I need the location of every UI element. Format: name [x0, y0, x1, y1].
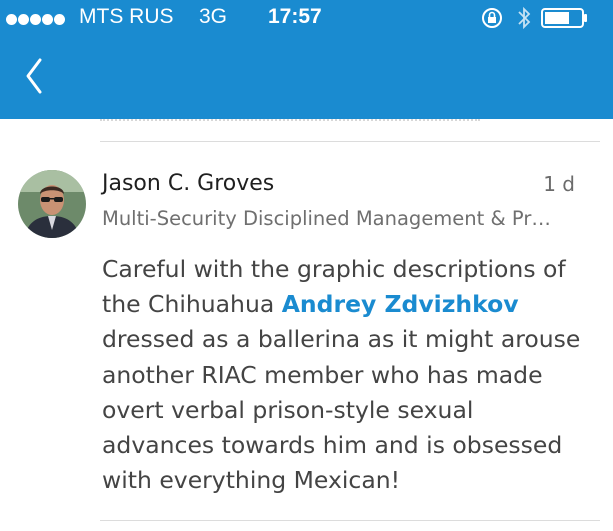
author-headline: Multi-Security Disciplined Management & … — [102, 207, 551, 230]
comment-text-fragment: the Chihuahua — [102, 290, 275, 319]
avatar-photo — [18, 170, 86, 238]
author-name[interactable]: Jason C. Groves — [102, 171, 274, 196]
comment-text: Careful with the graphic descriptions of… — [102, 252, 597, 498]
divider — [100, 520, 600, 521]
status-time: 17:57 — [268, 5, 322, 28]
comment-timestamp: 1 d — [543, 172, 575, 196]
bluetooth-icon — [518, 6, 531, 30]
battery-icon — [541, 8, 587, 28]
back-button[interactable] — [20, 54, 54, 98]
previous-item-cutoff — [100, 119, 480, 125]
rotation-lock-icon — [482, 8, 502, 28]
network-type: 3G — [199, 5, 228, 28]
avatar[interactable] — [18, 170, 86, 238]
comment-line: another RIAC member who has made — [102, 360, 543, 389]
comment-line: dressed as a ballerina as it might arous… — [102, 325, 581, 354]
signal-strength-icon — [6, 6, 66, 32]
chevron-left-icon — [26, 58, 42, 94]
carrier-name: MTS RUS — [79, 5, 174, 28]
comment-line: advances towards him and is obsessed — [102, 431, 563, 460]
mention-link[interactable]: Andrey Zdvizhkov — [282, 290, 519, 318]
comment-line: the Chihuahua Andrey Zdvizhkov — [102, 287, 597, 322]
comment-line: overt verbal prison-style sexual — [102, 395, 474, 424]
app-header: MTS RUS 3G 17:57 — [0, 0, 613, 119]
comment-line: with everything Mexican! — [102, 466, 401, 495]
divider — [100, 141, 600, 142]
comment-line: Careful with the graphic descriptions of — [102, 255, 566, 283]
